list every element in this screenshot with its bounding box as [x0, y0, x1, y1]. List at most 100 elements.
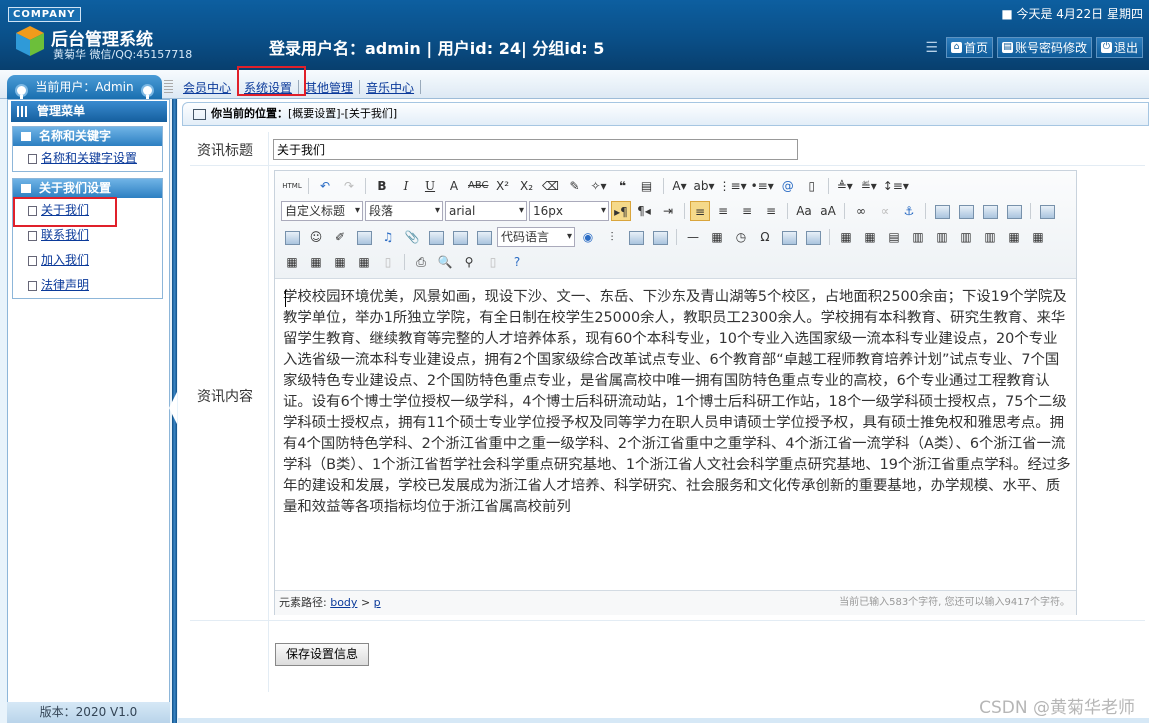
sidebar-item-join-us[interactable]: 加入我们 — [13, 248, 162, 273]
sidebar-item-legal[interactable]: 法律声明 — [13, 273, 162, 298]
simple-upload-icon[interactable] — [1036, 201, 1058, 221]
page-break-icon[interactable]: ⫶ — [601, 227, 623, 247]
image-left-icon[interactable] — [955, 201, 977, 221]
insert-table-icon[interactable]: ▦ — [835, 227, 857, 247]
merge-cells-icon[interactable]: ▦ — [1003, 227, 1025, 247]
sidebar-group-header[interactable]: 名称和关键字 — [13, 127, 162, 146]
background-icon[interactable] — [625, 227, 647, 247]
search-replace-icon[interactable]: ⚲ — [458, 252, 480, 272]
save-settings-button[interactable]: 保存设置信息 — [275, 643, 370, 666]
drafts-icon[interactable]: ▯ — [482, 252, 504, 272]
print-icon[interactable]: ⎙ — [410, 252, 432, 272]
paste-text-icon[interactable]: ▤ — [636, 176, 658, 196]
image-right-icon[interactable] — [979, 201, 1001, 221]
insert-frame-icon[interactable] — [473, 227, 495, 247]
ordered-list-icon[interactable]: ⋮≡▾ — [718, 176, 748, 196]
clear-doc-icon[interactable]: ▯ — [801, 176, 823, 196]
unlink-icon[interactable]: ∝ — [874, 201, 896, 221]
tab-member-center[interactable]: 会员中心 — [183, 79, 231, 96]
insert-row-icon[interactable]: ▥ — [907, 227, 929, 247]
rtl-icon[interactable]: ¶◂ — [633, 201, 655, 221]
bold-icon[interactable]: B — [371, 176, 393, 196]
font-family-select[interactable]: arial — [445, 201, 527, 221]
delete-row-icon[interactable]: ▥ — [931, 227, 953, 247]
tab-music-center[interactable]: 音乐中心 — [366, 79, 414, 96]
web-app-icon[interactable]: ◉ — [577, 227, 599, 247]
path-p-link[interactable]: p — [374, 596, 381, 609]
background-color-icon[interactable]: ab▾ — [693, 176, 716, 196]
italic-icon[interactable]: I — [395, 176, 417, 196]
account-password-link[interactable]: ▤ 账号密码修改 — [996, 37, 1092, 58]
special-char-icon[interactable]: Ω — [754, 227, 776, 247]
charts-icon[interactable]: ▯ — [377, 252, 399, 272]
split-cells-icon[interactable]: ▦ — [305, 252, 327, 272]
music-icon[interactable]: ♫ — [377, 227, 399, 247]
tab-other-management[interactable]: 其他管理 — [305, 79, 353, 96]
format-brush-icon[interactable]: ✎ — [564, 176, 586, 196]
code-language-select[interactable]: 代码语言 — [497, 227, 575, 247]
insert-image-icon[interactable] — [281, 227, 303, 247]
insert-paragraph-before-table-icon[interactable]: ▤ — [883, 227, 905, 247]
date-icon[interactable]: ▦ — [706, 227, 728, 247]
title-input[interactable] — [273, 139, 798, 160]
insert-col-icon[interactable]: ▥ — [955, 227, 977, 247]
eraser-icon[interactable]: ⌫ — [540, 176, 562, 196]
custom-heading-select[interactable]: 自定义标题 — [281, 201, 363, 221]
underline-icon[interactable]: U — [419, 176, 441, 196]
select-all-icon[interactable]: @ — [777, 176, 799, 196]
snapscreen-icon[interactable] — [802, 227, 824, 247]
unordered-list-icon[interactable]: •≡▾ — [750, 176, 775, 196]
attachment-icon[interactable]: 📎 — [401, 227, 423, 247]
insert-video-icon[interactable] — [353, 227, 375, 247]
strikethrough-icon[interactable]: ABC — [467, 176, 490, 196]
quote-icon[interactable]: ❝ — [612, 176, 634, 196]
border-text-icon[interactable]: A — [443, 176, 465, 196]
superscript-icon[interactable]: X² — [492, 176, 514, 196]
redo-icon[interactable]: ↷ — [338, 176, 360, 196]
split-rows-icon[interactable]: ▦ — [329, 252, 351, 272]
scrawl-icon[interactable]: ✐ — [329, 227, 351, 247]
subscript-icon[interactable]: X₂ — [516, 176, 538, 196]
align-justify-icon[interactable]: ≡ — [760, 201, 782, 221]
preview-icon[interactable]: 🔍 — [434, 252, 456, 272]
merge-right-icon[interactable]: ▦ — [1027, 227, 1049, 247]
help-icon[interactable]: ? — [506, 252, 528, 272]
ltr-icon[interactable]: ▸¶ — [611, 201, 631, 221]
image-center-icon[interactable] — [1003, 201, 1025, 221]
align-center-icon[interactable]: ≡ — [712, 201, 734, 221]
sidebar-group-header[interactable]: 关于我们设置 — [13, 179, 162, 198]
template-icon[interactable] — [649, 227, 671, 247]
align-right-icon[interactable]: ≡ — [736, 201, 758, 221]
split-cols-icon[interactable]: ▦ — [353, 252, 375, 272]
row-spacing-bottom-icon[interactable]: ≝▾ — [858, 176, 880, 196]
wordimage-icon[interactable] — [778, 227, 800, 247]
image-none-icon[interactable] — [931, 201, 953, 221]
anchor-icon[interactable]: ⚓ — [898, 201, 920, 221]
font-size-select[interactable]: 16px — [529, 201, 609, 221]
auto-format-icon[interactable]: ✧▾ — [588, 176, 610, 196]
paragraph-select[interactable]: 段落 — [365, 201, 443, 221]
lowercase-icon[interactable]: aA — [817, 201, 839, 221]
merge-down-icon[interactable]: ▦ — [281, 252, 303, 272]
map-icon[interactable] — [425, 227, 447, 247]
uppercase-icon[interactable]: Aa — [793, 201, 815, 221]
collapse-arrow-icon[interactable] — [169, 392, 177, 424]
font-color-icon[interactable]: A▾ — [669, 176, 691, 196]
link-icon[interactable]: ∞ — [850, 201, 872, 221]
indent-icon[interactable]: ⇥ — [657, 201, 679, 221]
home-link[interactable]: ⌂ 首页 — [945, 37, 993, 58]
horizontal-rule-icon[interactable]: — — [682, 227, 704, 247]
gmap-icon[interactable] — [449, 227, 471, 247]
undo-icon[interactable]: ↶ — [314, 176, 336, 196]
row-spacing-top-icon[interactable]: ≜▾ — [834, 176, 856, 196]
delete-col-icon[interactable]: ▥ — [979, 227, 1001, 247]
time-icon[interactable]: ◷ — [730, 227, 752, 247]
align-left-icon[interactable]: ≡ — [690, 201, 710, 221]
editor-content[interactable]: 学校校园环境优美，风景如画，现设下沙、文一、东岳、下沙东及青山湖等5个校区，占地… — [283, 287, 1071, 518]
sidebar-item-keywords-settings[interactable]: 名称和关键字设置 — [13, 146, 162, 171]
logout-link[interactable]: ⏻ 退出 — [1095, 37, 1143, 58]
line-height-icon[interactable]: ↕≡▾ — [882, 176, 910, 196]
html-source-button[interactable]: HTML — [281, 176, 303, 196]
path-body-link[interactable]: body — [330, 596, 357, 609]
emotion-icon[interactable]: ☺ — [305, 227, 327, 247]
